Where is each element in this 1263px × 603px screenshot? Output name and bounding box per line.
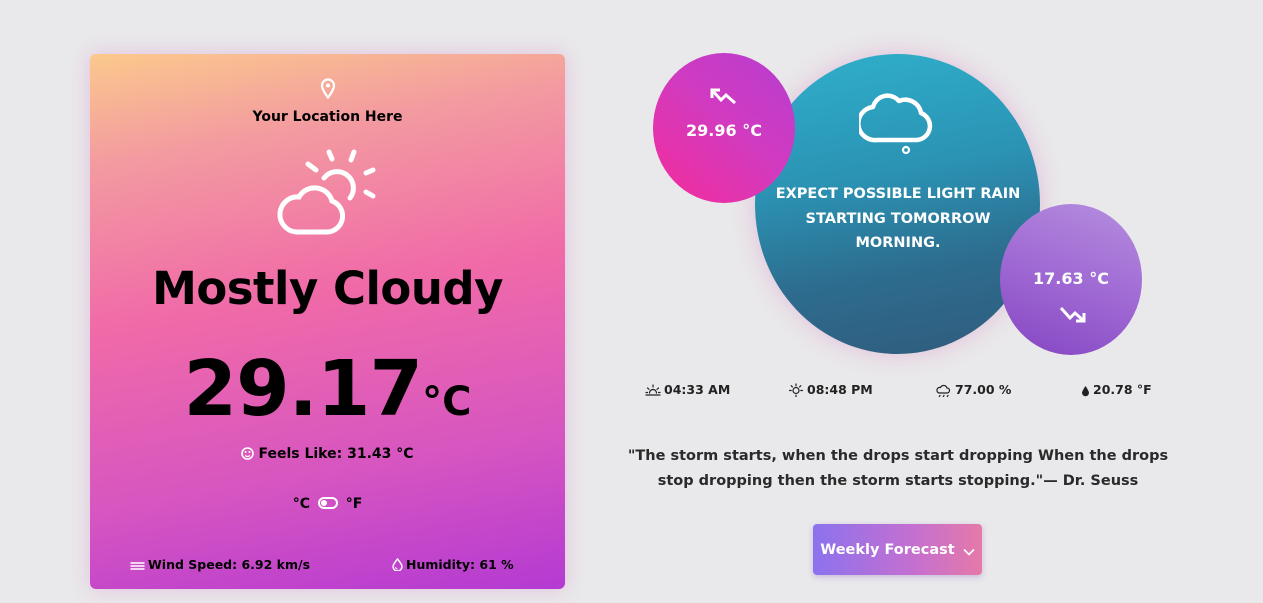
cloud-icon [936, 384, 951, 398]
weekly-forecast-button[interactable]: Weekly Forecast [813, 524, 982, 575]
humidity-text: Humidity: 61 % [406, 557, 514, 572]
sunrise-time: 04:33 AM [664, 382, 731, 397]
condition-title: Mostly Cloudy [152, 262, 503, 315]
sunset-icon [788, 383, 804, 398]
dew-point-value: 20.78 °F [1093, 382, 1152, 397]
unit-toggle-switch[interactable] [317, 497, 338, 509]
feels-like: Feels Like: 31.43 °C [90, 446, 565, 462]
cloud-cover-stat: 77.00 % [935, 382, 1012, 398]
chevron-down-icon [963, 548, 975, 556]
map-pin-icon [320, 78, 336, 100]
feels-like-text: Feels Like: 31.43 °C [258, 446, 414, 462]
wind-speed: Wind Speed: 6.92 km/s [130, 557, 310, 572]
humidity: Humidity: 61 % [392, 557, 514, 572]
fahrenheit-label: °F [345, 496, 363, 512]
sunset-time: 08:48 PM [807, 382, 873, 397]
location-label: Your Location Here [252, 109, 403, 125]
drop-icon [1082, 386, 1089, 397]
weather-quote: "The storm starts, when the drops start … [627, 448, 1169, 489]
current-temperature: 29.17°C [90, 345, 565, 434]
temperature-unit: °C [422, 379, 472, 425]
high-temperature: 29.96 °C [686, 121, 762, 140]
unit-toggle-row: °C °F [90, 496, 565, 512]
weekly-forecast-label: Weekly Forecast [820, 541, 955, 558]
thought-cloud-icon [859, 93, 933, 155]
celsius-label: °C [292, 496, 310, 512]
cloud-cover-value: 77.00 % [955, 382, 1012, 397]
partly-cloudy-icon [277, 149, 376, 235]
wind-speed-text: Wind Speed: 6.92 km/s [148, 557, 311, 572]
trend-down-icon [1059, 306, 1086, 323]
sunrise-icon [645, 384, 661, 396]
droplet-icon [392, 557, 403, 572]
dew-point-stat: 20.78 °F [1081, 382, 1152, 397]
forecast-summary: EXPECT POSSIBLE LIGHT RAIN STARTING TOMO… [775, 186, 1021, 251]
thermometer-face-icon [241, 447, 255, 460]
sunset-stat: 08:48 PM [788, 382, 873, 398]
low-temperature: 17.63 °C [1033, 269, 1109, 288]
sunrise-stat: 04:33 AM [645, 382, 730, 397]
wind-icon [130, 562, 145, 570]
trend-up-icon [710, 88, 736, 105]
temperature-value: 29.17 [183, 345, 424, 434]
